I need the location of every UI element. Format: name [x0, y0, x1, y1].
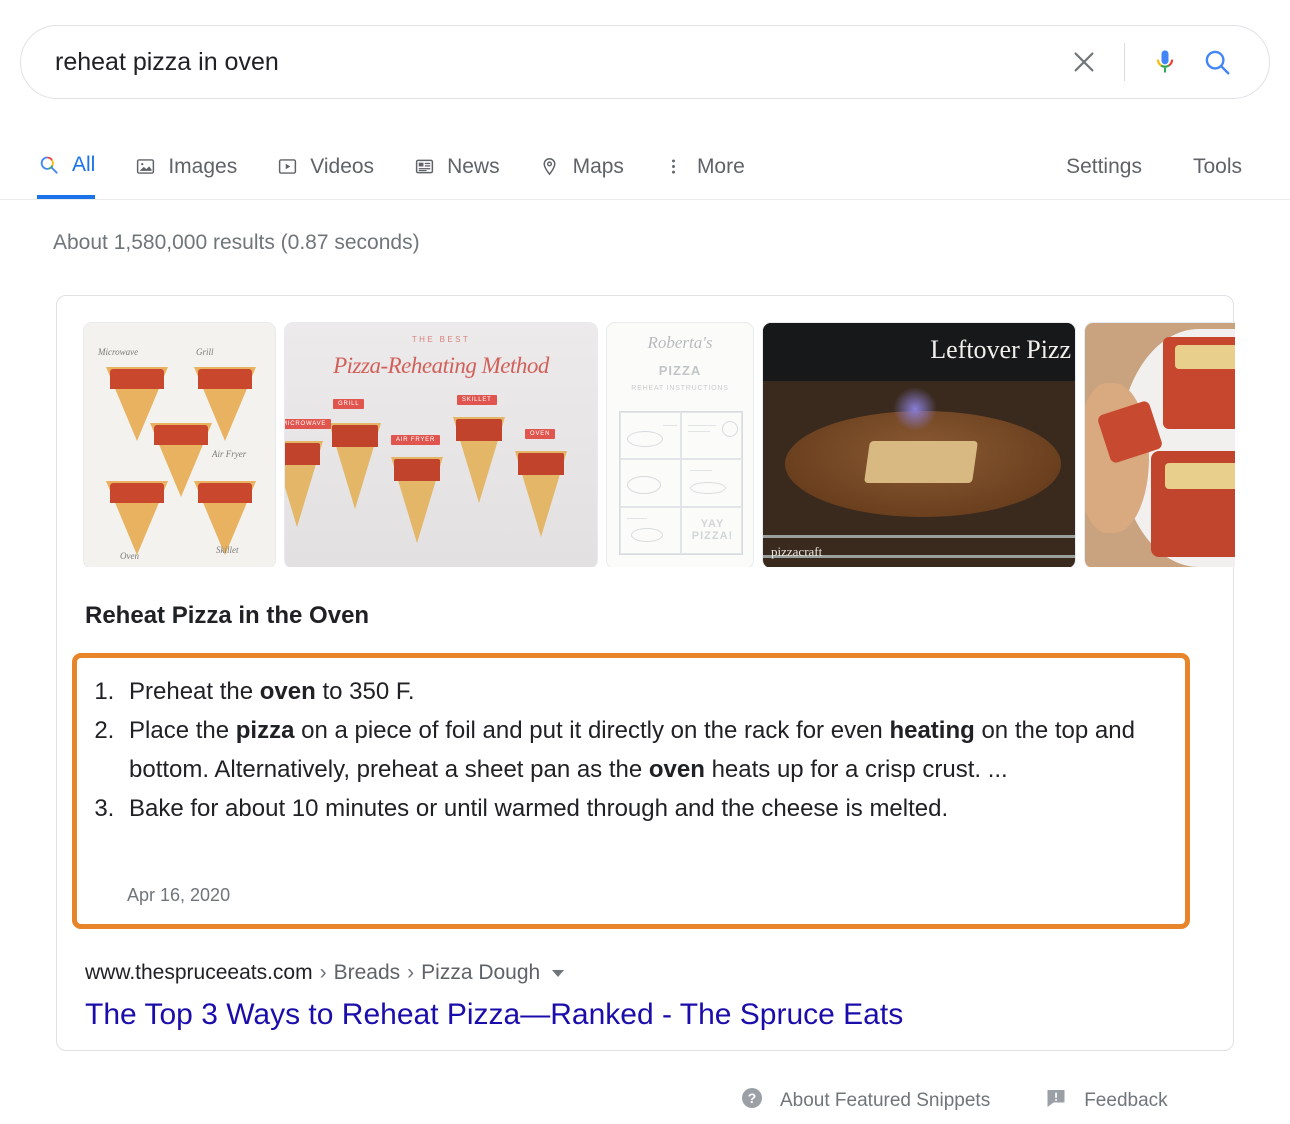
about-featured-snippets-label: About Featured Snippets	[780, 1090, 990, 1112]
image-icon	[133, 155, 157, 179]
thumb3-footer: YAY PIZZA!	[682, 518, 743, 542]
tab-all[interactable]: All	[37, 134, 95, 199]
help-circle-icon: ?	[740, 1086, 764, 1116]
result-url-breadcrumb[interactable]: www.thespruceeats.com › Breads › Pizza D…	[85, 961, 564, 985]
thumb3-subtitle2: REHEAT INSTRUCTIONS	[607, 385, 753, 392]
thumb1-label-microwave: Microwave	[98, 347, 138, 357]
result-domain: www.thespruceeats.com	[85, 961, 313, 985]
breadcrumb-separator: ›	[407, 961, 414, 985]
thumb2-tag-oven: OVEN	[525, 429, 555, 439]
tab-maps[interactable]: Maps	[538, 134, 624, 199]
thumbnail-image: Leftover Pizz pizzacraft	[763, 323, 1075, 567]
thumbnail-hand-holding-pizza-slice[interactable]	[1084, 322, 1235, 567]
snippet-highlight-box: Preheat the oven to 350 F. Place the piz…	[72, 653, 1190, 929]
snippet-thumbnail-strip: Microwave Grill Air Fryer Oven Skillet T…	[83, 322, 1235, 567]
thumb2-supertitle: THE BEST	[293, 335, 589, 344]
thumb4-logo: pizzacraft	[771, 544, 822, 560]
thumb2-tag-airfryer: AIR FRYER	[391, 435, 440, 445]
thumb1-label-airfryer: Air Fryer	[212, 449, 246, 459]
thumb3-title: Roberta's	[607, 333, 753, 353]
snippet-step: Bake for about 10 minutes or until warme…	[121, 789, 1185, 828]
snippet-heading: Reheat Pizza in the Oven	[85, 602, 369, 630]
search-bar[interactable]	[20, 25, 1270, 99]
settings-button[interactable]: Settings	[1066, 155, 1142, 179]
thumb1-label-grill: Grill	[196, 347, 214, 357]
close-icon[interactable]	[1058, 36, 1110, 88]
more-vertical-icon	[662, 155, 686, 179]
chevron-down-icon[interactable]	[552, 970, 564, 977]
thumb2-tag-microwave: MICROWAVE	[284, 419, 331, 429]
tab-maps-label: Maps	[573, 155, 624, 179]
thumbnail-image: Roberta's PIZZA REHEAT INSTRUCTIONS YAY …	[607, 323, 753, 567]
breadcrumb-separator: ›	[320, 961, 327, 985]
thumb2-tag-skillet: SKILLET	[457, 395, 497, 405]
tab-images-label: Images	[168, 155, 237, 179]
search-submit-icon[interactable]	[1191, 36, 1243, 88]
tab-news-label: News	[447, 155, 500, 179]
news-icon	[412, 155, 436, 179]
search-icon	[37, 153, 61, 177]
search-nav-bar: All Images Videos	[0, 134, 1290, 200]
tab-videos-label: Videos	[310, 155, 374, 179]
tab-news[interactable]: News	[412, 134, 500, 199]
thumbnail-leftover-pizza-oven-video[interactable]: Leftover Pizz pizzacraft	[762, 322, 1076, 567]
thumbnail-image: Microwave Grill Air Fryer Oven Skillet	[84, 323, 275, 567]
video-icon	[275, 155, 299, 179]
tab-more[interactable]: More	[662, 134, 745, 199]
thumb1-label-oven: Oven	[120, 551, 139, 561]
snippet-footer: ? About Featured Snippets Feedback	[740, 1086, 1168, 1116]
search-nav-right: Settings Tools	[1015, 134, 1242, 199]
feedback-icon	[1044, 1086, 1068, 1116]
divider	[1124, 43, 1125, 81]
tab-all-label: All	[72, 153, 95, 177]
map-pin-icon	[538, 155, 562, 179]
snippet-step: Place the pizza on a piece of foil and p…	[121, 711, 1185, 789]
svg-text:?: ?	[748, 1090, 757, 1106]
thumbnail-image	[1085, 323, 1235, 567]
search-input[interactable]	[55, 48, 1058, 77]
breadcrumb-pizza-dough: Pizza Dough	[421, 961, 540, 985]
breadcrumb-breads: Breads	[334, 961, 401, 985]
feedback-label: Feedback	[1084, 1090, 1167, 1112]
thumbnail-robertas-reheat-instructions[interactable]: Roberta's PIZZA REHEAT INSTRUCTIONS YAY …	[606, 322, 754, 567]
tab-videos[interactable]: Videos	[275, 134, 374, 199]
thumb2-title: Pizza-Reheating Method	[293, 353, 589, 379]
thumb3-subtitle: PIZZA	[607, 363, 753, 378]
about-featured-snippets-button[interactable]: ? About Featured Snippets	[740, 1086, 990, 1116]
snippet-date: Apr 16, 2020	[127, 885, 230, 906]
thumbnail-pizza-slices-methods-chart[interactable]: Microwave Grill Air Fryer Oven Skillet	[83, 322, 276, 567]
result-title-link[interactable]: The Top 3 Ways to Reheat Pizza—Ranked - …	[85, 998, 903, 1032]
tab-images[interactable]: Images	[133, 134, 237, 199]
thumb4-title: Leftover Pizz	[930, 335, 1071, 365]
feedback-button[interactable]: Feedback	[1044, 1086, 1167, 1116]
result-stats: About 1,580,000 results (0.87 seconds)	[53, 231, 420, 255]
search-bar-actions	[1058, 26, 1269, 98]
snippet-step: Preheat the oven to 350 F.	[121, 672, 1185, 711]
microphone-icon[interactable]	[1139, 36, 1191, 88]
thumbnail-image: THE BEST Pizza-Reheating Method MICROWAV…	[285, 323, 597, 567]
tab-more-label: More	[697, 155, 745, 179]
tools-button[interactable]: Tools	[1193, 155, 1242, 179]
search-nav-tabs: All Images Videos	[37, 134, 783, 199]
thumb3-instruction-grid: YAY PIZZA!	[619, 411, 743, 555]
thumb2-tag-grill: GRILL	[333, 399, 364, 409]
featured-snippet-card: Microwave Grill Air Fryer Oven Skillet T…	[56, 295, 1234, 1051]
thumbnail-best-pizza-reheating-method[interactable]: THE BEST Pizza-Reheating Method MICROWAV…	[284, 322, 598, 567]
thumb1-label-skillet: Skillet	[216, 545, 239, 555]
snippet-steps-list: Preheat the oven to 350 F. Place the piz…	[77, 658, 1185, 828]
